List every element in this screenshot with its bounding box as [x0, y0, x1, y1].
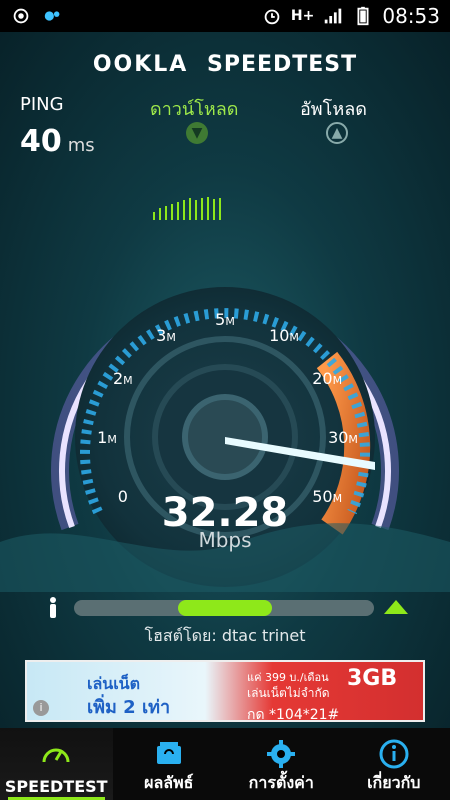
test-progress [40, 597, 420, 618]
ping-unit: ms [67, 135, 95, 156]
tab-about[interactable]: เกี่ยวกับ [338, 728, 450, 800]
person-icon [50, 597, 56, 618]
tab-settings-label: การตั้งค่า [248, 773, 314, 792]
network-type: H+ [290, 8, 315, 24]
brand-ookla: OOKLA [92, 52, 189, 77]
progress-fill [178, 600, 272, 616]
tab-settings[interactable]: การตั้งค่า [225, 728, 338, 800]
tab-about-label: เกี่ยวกับ [367, 773, 421, 792]
results-icon [156, 742, 181, 764]
download-arrow-icon: ▼ [186, 122, 208, 144]
info-icon [379, 739, 409, 769]
ping-label: PING [20, 94, 64, 115]
ping-number: 40 [20, 124, 62, 159]
server-triangle-icon [384, 600, 408, 614]
progress-track [74, 600, 374, 616]
status-time: 08:53 [382, 4, 440, 28]
dtac-icon [44, 11, 60, 21]
alarm-icon [264, 9, 280, 25]
brand-header: OOKLA SPEEDTEST [0, 52, 450, 77]
ad-banner[interactable]: เล่นเน็ต เพิ่ม 2 เท่า แค่ 399 บ./เดือน เ… [25, 660, 425, 723]
speedtest-app: OOKLA SPEEDTEST PING 40 ms ดาวน์โหลด ▼ อั… [0, 32, 450, 728]
signal-icon [325, 8, 342, 24]
ad-info-icon[interactable]: i [33, 700, 49, 716]
metrics-row: PING 40 ms ดาวน์โหลด ▼ อัพโหลด ▲ [0, 94, 450, 174]
location-icon [13, 8, 29, 24]
tab-results[interactable]: ผลลัพธ์ [113, 728, 226, 800]
ad-line6: 3GB [347, 666, 398, 691]
ad-line4: เล่นเน็ตไม่จำกัด [247, 686, 330, 700]
brand-speedtest: SPEEDTEST [206, 52, 358, 77]
speed-unit: Mbps [198, 528, 252, 552]
tab-speedtest-label: SPEEDTEST [4, 777, 108, 796]
upload-arrow-icon: ▲ [326, 122, 348, 144]
speedometer-icon [42, 748, 70, 763]
download-label: ดาวน์โหลด [150, 99, 239, 120]
bottom-nav: SPEEDTEST ผลลัพธ์ การตั้งค่า เกี่ยวกับ [0, 728, 450, 800]
tab-speedtest[interactable]: SPEEDTEST [0, 728, 113, 800]
host-text: โฮสต์โดย: dtac trinet [144, 626, 306, 645]
ad-line5: กด *104*21# [247, 707, 340, 723]
status-bar: H+ 08:53 [0, 0, 450, 32]
ad-line2: เพิ่ม 2 เท่า [87, 697, 171, 718]
tab-results-label: ผลลัพธ์ [144, 773, 194, 792]
ping-value: 40 ms [20, 124, 95, 159]
upload-label: อัพโหลด [300, 99, 367, 120]
battery-icon [357, 6, 369, 26]
gear-icon [267, 740, 296, 768]
